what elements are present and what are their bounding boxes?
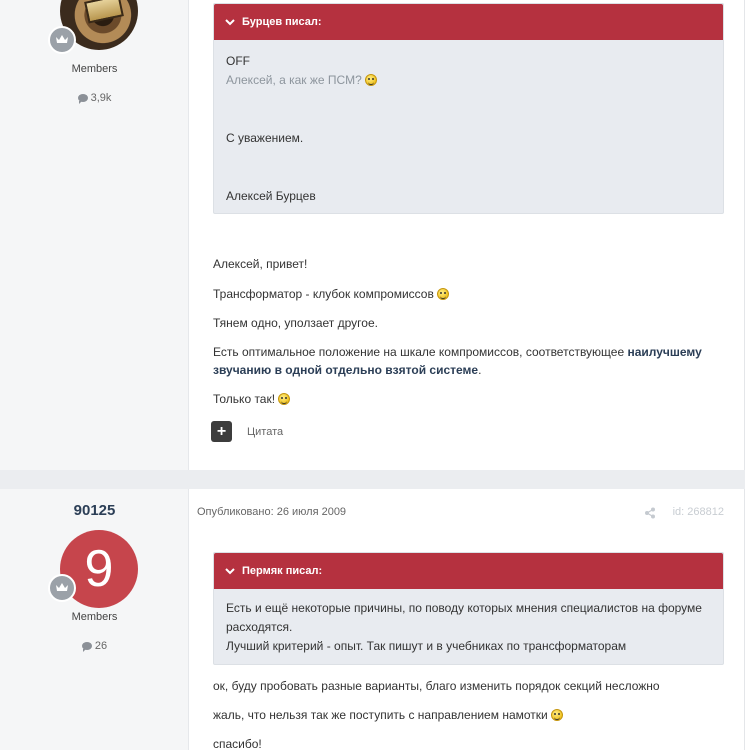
username[interactable]: 90125 xyxy=(0,502,189,519)
quote-line: Есть и ещё некоторые причины, по поводу … xyxy=(226,601,702,615)
author-panel: 90125 9 Members 26 xyxy=(0,489,189,750)
chat-bubble-icon xyxy=(81,642,92,652)
post-count: 26 xyxy=(0,640,189,652)
quote-button[interactable]: Цитата xyxy=(247,426,283,438)
smiley-icon xyxy=(437,288,450,300)
post-content: Бурцев писал: OFF Алексей, а как же ПСМ?… xyxy=(189,0,744,470)
rank-badge-icon xyxy=(48,574,76,602)
plus-icon[interactable]: + xyxy=(211,421,232,442)
quote-block: Пермяк писал: Есть и ещё некоторые причи… xyxy=(213,552,724,665)
quote-line: расходятся. xyxy=(226,620,293,634)
bold-text: звучанию в одной отдельно взятой системе xyxy=(213,363,479,377)
author-panel: Members 3,9k xyxy=(0,0,189,470)
quote-line: Лучший критерий - опыт. Так пишут и в уч… xyxy=(226,639,627,653)
post-paragraph: Есть оптимальное положение на шкале комп… xyxy=(213,343,724,379)
member-group: Members xyxy=(71,611,118,623)
quote-header[interactable]: Бурцев писал: xyxy=(214,4,723,40)
quote-line: С уважением. xyxy=(226,131,304,145)
post-paragraph-text: Трансформатор - клубок компромиссов xyxy=(213,287,434,301)
chat-bubble-icon xyxy=(77,94,88,104)
post-paragraph-text: Только так! xyxy=(213,392,276,406)
smiley-icon xyxy=(278,393,291,405)
post-count-value: 26 xyxy=(94,640,108,652)
post-paragraph: спасибо! xyxy=(213,737,262,750)
post-paragraph: ок, буду пробовать разные варианты, благ… xyxy=(213,679,660,693)
chevron-down-icon xyxy=(225,568,235,575)
post-paragraph-text: Есть оптимальное положение на шкале комп… xyxy=(213,345,628,359)
forum-post: Members 3,9k Бурцев писал: OFF Алексей, … xyxy=(0,0,745,470)
post-content: Опубликовано: 26 июля 2009 id: 268812 Пе… xyxy=(189,489,744,750)
post-paragraph-text: жаль, что нельзя так же поступить с напр… xyxy=(213,708,548,722)
post-paragraph: жаль, что нельзя так же поступить с напр… xyxy=(213,706,724,724)
post-id[interactable]: id: 268812 xyxy=(673,506,724,518)
post-paragraph: Тянем одно, уползает другое. xyxy=(213,316,378,330)
quote-body: OFF Алексей, а как же ПСМ? С уважением. … xyxy=(214,40,723,218)
post-paragraph-text: . xyxy=(478,363,482,377)
bold-text: наилучшему xyxy=(627,345,702,359)
quote-line: Алексей Бурцев xyxy=(226,189,316,203)
smiley-icon xyxy=(365,74,378,86)
smiley-icon xyxy=(551,709,564,721)
post-paragraph: Только так! xyxy=(213,390,724,408)
rank-badge-icon xyxy=(48,26,76,54)
quote-line: Алексей, а как же ПСМ? xyxy=(226,71,711,90)
quote-author: Пермяк писал: xyxy=(242,565,323,577)
post-paragraph: Алексей, привет! xyxy=(213,257,308,271)
post-date[interactable]: Опубликовано: 26 июля 2009 xyxy=(197,506,346,518)
quote-line-text: Алексей, а как же ПСМ? xyxy=(226,73,362,87)
quote-block: Бурцев писал: OFF Алексей, а как же ПСМ?… xyxy=(213,3,724,214)
forum-post: 90125 9 Members 26 Опубликовано: 26 июля… xyxy=(0,489,745,750)
post-count-value: 3,9k xyxy=(90,92,112,104)
share-icon[interactable] xyxy=(644,507,656,519)
post-paragraph: Трансформатор - клубок компромиссов xyxy=(213,285,724,303)
quote-author: Бурцев писал: xyxy=(242,16,322,28)
post-count: 3,9k xyxy=(0,92,189,104)
quote-header[interactable]: Пермяк писал: xyxy=(214,553,723,589)
quote-line: OFF xyxy=(226,54,250,68)
quote-body: Есть и ещё некоторые причины, по поводу … xyxy=(214,589,723,668)
chevron-down-icon xyxy=(225,19,235,26)
member-group: Members xyxy=(71,63,118,75)
